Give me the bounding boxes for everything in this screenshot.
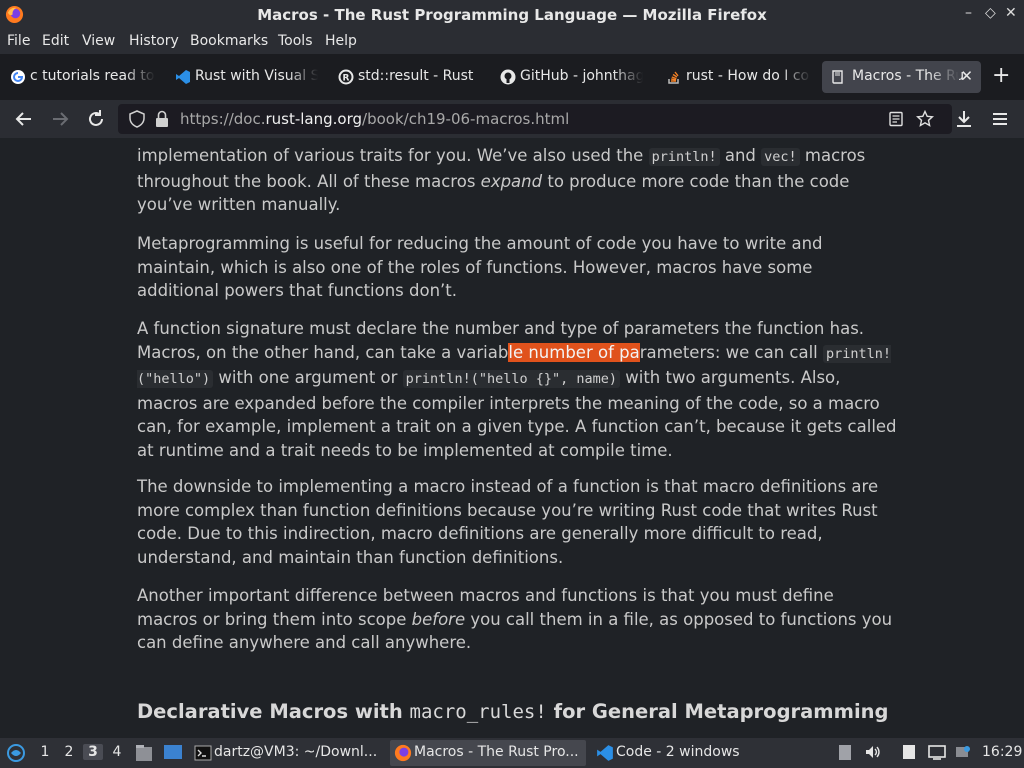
reload-icon[interactable] <box>85 108 107 130</box>
find-highlight: le number of pa <box>508 342 640 362</box>
stackoverflow-icon <box>668 71 679 84</box>
url-text: https://doc.rust-lang.org/book/ch19-06-m… <box>180 110 570 128</box>
svg-text:R: R <box>343 74 350 84</box>
window-titlebar: Macros - The Rust Programming Language —… <box>0 0 1024 30</box>
menu-file[interactable]: File <box>7 33 30 49</box>
task-terminal[interactable]: dartz@VM3: ~/Downl... <box>190 740 380 766</box>
paragraph-5: Another important difference between mac… <box>137 586 893 652</box>
task-vscode[interactable]: Code - 2 windows <box>592 740 762 766</box>
clipboard-icon[interactable] <box>836 743 854 761</box>
workspace-1[interactable]: 1 <box>35 744 55 760</box>
tab-rust-visual-studio[interactable]: Rust with Visual S <box>175 61 318 93</box>
menu-view[interactable]: View <box>82 33 115 49</box>
paragraph-3: A function signature must declare the nu… <box>137 319 897 460</box>
clock: 16:29 <box>982 744 1023 760</box>
paragraph-2: Metaprogramming is useful for reducing t… <box>137 234 823 300</box>
minimize-button[interactable]: – <box>965 5 972 21</box>
rust-icon: R <box>338 69 354 85</box>
workspace-2[interactable]: 2 <box>59 744 79 760</box>
network-icon[interactable] <box>954 743 972 761</box>
task-firefox[interactable]: Macros - The Rust Pro... <box>390 740 586 766</box>
desktop-icon[interactable] <box>163 744 183 762</box>
display-icon[interactable] <box>928 743 946 761</box>
google-icon <box>11 70 25 84</box>
file-manager-icon[interactable] <box>135 743 153 763</box>
tab-macros-active[interactable]: Macros - The Ru ✕ <box>822 61 981 93</box>
notes-icon[interactable] <box>900 743 918 761</box>
tab-stackoverflow[interactable]: rust - How do I co <box>666 61 811 93</box>
workspace-3[interactable]: 3 <box>83 744 103 760</box>
paragraph-1: implementation of various traits for you… <box>137 146 866 214</box>
start-menu-icon[interactable] <box>6 743 26 763</box>
hamburger-menu-icon[interactable] <box>989 108 1011 130</box>
taskbar: 1 2 3 4 dartz@VM3: ~/Downl... Macros - T… <box>0 738 1024 768</box>
close-tab-icon[interactable]: ✕ <box>960 67 973 85</box>
navigation-bar: https://doc.rust-lang.org/book/ch19-06-m… <box>0 100 1024 138</box>
terminal-icon <box>194 745 212 761</box>
close-window-button[interactable]: ✕ <box>1005 5 1017 21</box>
paragraph-4: The downside to implementing a macro ins… <box>137 477 879 567</box>
firefox-icon <box>394 744 412 762</box>
tab-label: std::result - Rust <box>358 68 474 84</box>
vscode-icon <box>597 745 613 761</box>
new-tab-button[interactable]: + <box>992 65 1010 87</box>
shield-icon[interactable] <box>128 110 146 128</box>
tab-std-result[interactable]: R std::result - Rust <box>338 61 480 93</box>
window-title: Macros - The Rust Programming Language —… <box>257 6 767 24</box>
section-heading: Declarative Macros with macro_rules! for… <box>137 700 889 723</box>
reader-view-icon[interactable] <box>888 111 904 127</box>
tab-google[interactable]: c tutorials read to <box>10 61 155 93</box>
book-icon <box>832 70 843 84</box>
menu-bar: File Edit View History Bookmarks Tools H… <box>0 30 1024 54</box>
menu-bookmarks[interactable]: Bookmarks <box>190 33 268 49</box>
vscode-icon <box>176 70 190 84</box>
bookmark-star-icon[interactable] <box>916 110 934 128</box>
task-label: Macros - The Rust Pro... <box>414 744 579 760</box>
menu-edit[interactable]: Edit <box>42 33 69 49</box>
volume-icon[interactable] <box>864 743 882 761</box>
forward-arrow-icon[interactable] <box>49 108 71 130</box>
menu-tools[interactable]: Tools <box>278 33 313 49</box>
tab-bar: c tutorials read to Rust with Visual S R… <box>0 54 1024 100</box>
page-content: implementation of various traits for you… <box>0 138 1024 738</box>
menu-help[interactable]: Help <box>325 33 357 49</box>
lock-icon[interactable] <box>154 110 170 128</box>
task-label: Code - 2 windows <box>616 744 740 760</box>
address-bar[interactable]: https://doc.rust-lang.org/book/ch19-06-m… <box>118 104 952 134</box>
downloads-icon[interactable] <box>953 108 975 130</box>
back-arrow-icon[interactable] <box>13 108 35 130</box>
workspace-4[interactable]: 4 <box>107 744 127 760</box>
task-label: dartz@VM3: ~/Downl... <box>214 744 378 760</box>
menu-history[interactable]: History <box>129 33 179 49</box>
restore-button[interactable]: ◇ <box>985 5 996 21</box>
tab-github[interactable]: GitHub - johnthag <box>500 61 643 93</box>
github-icon <box>500 69 516 85</box>
